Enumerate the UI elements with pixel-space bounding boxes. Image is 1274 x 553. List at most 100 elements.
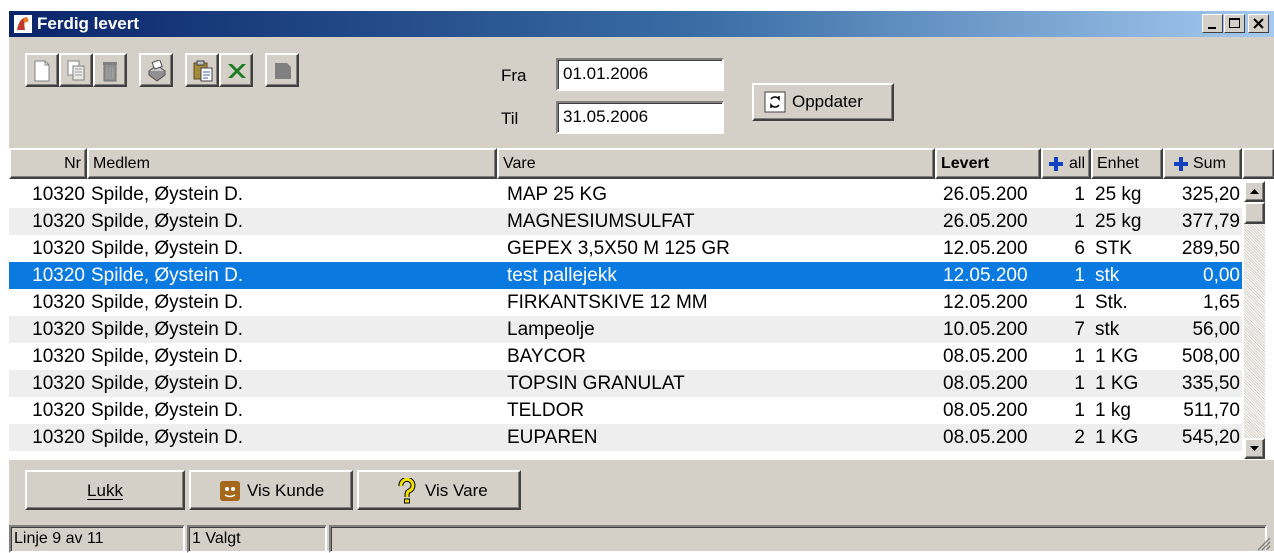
cell-delivered: 08.05.200 xyxy=(943,346,1028,367)
disabled-tool-button[interactable] xyxy=(265,53,299,87)
cell-sum: 508,00 xyxy=(1181,346,1240,367)
show-product-button[interactable]: Vis Vare xyxy=(357,470,521,510)
table-row[interactable]: 10320 Spilde, Øystein D. MAGNESIUMSULFAT 26… xyxy=(9,208,1242,235)
header-filler xyxy=(1242,148,1274,179)
cell-count: 1 xyxy=(1074,184,1085,205)
scroll-down-button[interactable] xyxy=(1244,438,1265,459)
cell-product: GEPEX 3,5X50 M 125 GR xyxy=(507,238,730,259)
cell-delivered: 10.05.200 xyxy=(943,319,1028,340)
table-row[interactable]: 10320 Spilde, Øystein D. GEPEX 3,5X50 M 12… xyxy=(9,235,1242,262)
cell-nr: 10320 xyxy=(32,265,85,286)
cell-unit: Stk. xyxy=(1095,292,1128,313)
delete-button[interactable] xyxy=(93,53,127,87)
cell-delivered: 08.05.200 xyxy=(943,400,1028,421)
cell-product: MAP 25 KG xyxy=(507,184,607,205)
minimize-button[interactable] xyxy=(1202,14,1223,33)
close-window-button[interactable] xyxy=(1248,14,1269,33)
cell-sum: 0,00 xyxy=(1203,265,1240,286)
cell-nr: 10320 xyxy=(32,211,85,232)
header-product[interactable]: Vare xyxy=(497,148,935,179)
cell-unit: stk xyxy=(1095,265,1120,286)
table-row[interactable]: 10320 Spilde, Øystein D. MAP 25 KG 26.05.20… xyxy=(9,181,1242,208)
header-count-label: all xyxy=(1069,155,1086,172)
table-row[interactable]: 10320 Spilde, Øystein D. FIRKANTSKIVE 12 M… xyxy=(9,289,1242,316)
arrow-down-icon xyxy=(1250,446,1259,451)
new-button[interactable] xyxy=(25,53,59,87)
show-customer-label: Vis Kunde xyxy=(247,481,325,500)
cell-count: 1 xyxy=(1074,346,1085,367)
header-member[interactable]: Medlem xyxy=(87,148,497,179)
table-row[interactable]: 10320 Spilde, Øystein D. test pallejekk 12.… xyxy=(9,262,1242,289)
cell-nr: 10320 xyxy=(32,238,85,259)
copy-button[interactable] xyxy=(59,53,93,87)
title-bar[interactable]: Ferdig levert xyxy=(9,11,1274,37)
table-row[interactable]: 10320 Spilde, Øystein D. TELDOR 08.05.200 1 1… xyxy=(9,397,1242,424)
cell-unit: 1 KG xyxy=(1095,427,1139,448)
resize-grip-icon xyxy=(1257,537,1271,551)
cell-count: 1 xyxy=(1074,292,1085,313)
cell-member: Spilde, Øystein D. xyxy=(91,211,244,232)
deliveries-table: Nr Medlem Vare Levert all Enhet Sum 1032… xyxy=(9,148,1274,460)
cell-nr: 10320 xyxy=(32,427,85,448)
close-button[interactable]: Lukk xyxy=(25,470,185,510)
cell-nr: 10320 xyxy=(32,292,85,313)
cell-delivered: 08.05.200 xyxy=(943,373,1028,394)
plus-icon xyxy=(1049,157,1063,171)
cell-sum: 511,70 xyxy=(1183,400,1240,421)
close-icon xyxy=(1253,18,1264,29)
plus-icon xyxy=(1174,157,1188,171)
cell-product: BAYCOR xyxy=(507,346,586,367)
cell-member: Spilde, Øystein D. xyxy=(91,400,244,421)
to-label: Til xyxy=(501,109,519,128)
cell-unit: 1 KG xyxy=(1095,346,1139,367)
status-line: Linje 9 av 11 xyxy=(9,525,185,553)
vertical-scrollbar[interactable] xyxy=(1244,181,1265,459)
cell-product: Lampeolje xyxy=(507,319,595,340)
header-unit[interactable]: Enhet xyxy=(1091,148,1163,179)
cell-product: EUPAREN xyxy=(507,427,598,448)
cell-delivered: 26.05.200 xyxy=(943,211,1028,232)
app-icon xyxy=(14,15,32,33)
copy-document-icon xyxy=(67,60,85,81)
table-row[interactable]: 10320 Spilde, Øystein D. BAYCOR 08.05.200 1 1… xyxy=(9,343,1242,370)
header-count[interactable]: all xyxy=(1041,148,1091,179)
table-row[interactable]: 10320 Spilde, Øystein D. TOPSIN GRANULAT 08… xyxy=(9,370,1242,397)
to-date-input[interactable]: 31.05.2006 xyxy=(556,101,724,134)
scroll-up-button[interactable] xyxy=(1244,181,1265,202)
print-button[interactable] xyxy=(139,53,173,87)
header-sum[interactable]: Sum xyxy=(1163,148,1242,179)
cell-sum: 289,50 xyxy=(1181,238,1240,259)
update-button[interactable]: Oppdater xyxy=(752,83,894,121)
show-customer-button[interactable]: Vis Kunde xyxy=(189,470,353,510)
cell-product: FIRKANTSKIVE 12 MM xyxy=(507,292,708,313)
cell-member: Spilde, Øystein D. xyxy=(91,238,244,259)
table-row[interactable]: 10320 Spilde, Øystein D. Lampeolje 10.05.20… xyxy=(9,316,1242,343)
scroll-thumb[interactable] xyxy=(1244,202,1265,224)
header-delivered[interactable]: Levert xyxy=(935,148,1041,179)
window-title: Ferdig levert xyxy=(37,14,140,33)
header-nr[interactable]: Nr xyxy=(9,148,87,179)
minimize-icon xyxy=(1208,27,1216,29)
close-label: Lukk xyxy=(87,481,123,500)
paste-button[interactable] xyxy=(185,53,219,87)
cell-member: Spilde, Øystein D. xyxy=(91,265,244,286)
cell-nr: 10320 xyxy=(32,184,85,205)
cell-delivered: 08.05.200 xyxy=(943,427,1028,448)
cell-member: Spilde, Øystein D. xyxy=(91,319,244,340)
status-bar: Linje 9 av 11 1 Valgt xyxy=(9,523,1274,553)
maximize-button[interactable] xyxy=(1224,14,1245,33)
from-date-input[interactable]: 01.01.2006 xyxy=(556,58,724,91)
disabled-icon xyxy=(275,63,291,79)
cell-product: MAGNESIUMSULFAT xyxy=(507,211,695,232)
cell-count: 1 xyxy=(1074,211,1085,232)
cell-unit: 1 kg xyxy=(1095,400,1131,421)
cell-sum: 56,00 xyxy=(1192,319,1240,340)
header-sum-label: Sum xyxy=(1193,155,1226,172)
arrow-up-icon xyxy=(1250,189,1259,194)
table-body: 10320 Spilde, Øystein D. MAP 25 KG 26.05.20… xyxy=(9,181,1242,451)
cell-nr: 10320 xyxy=(32,346,85,367)
status-selected: 1 Valgt xyxy=(187,525,327,553)
table-row[interactable]: 10320 Spilde, Øystein D. EUPAREN 08.05.200 2… xyxy=(9,424,1242,451)
export-excel-button[interactable] xyxy=(219,53,253,87)
show-product-label: Vis Vare xyxy=(425,481,488,500)
